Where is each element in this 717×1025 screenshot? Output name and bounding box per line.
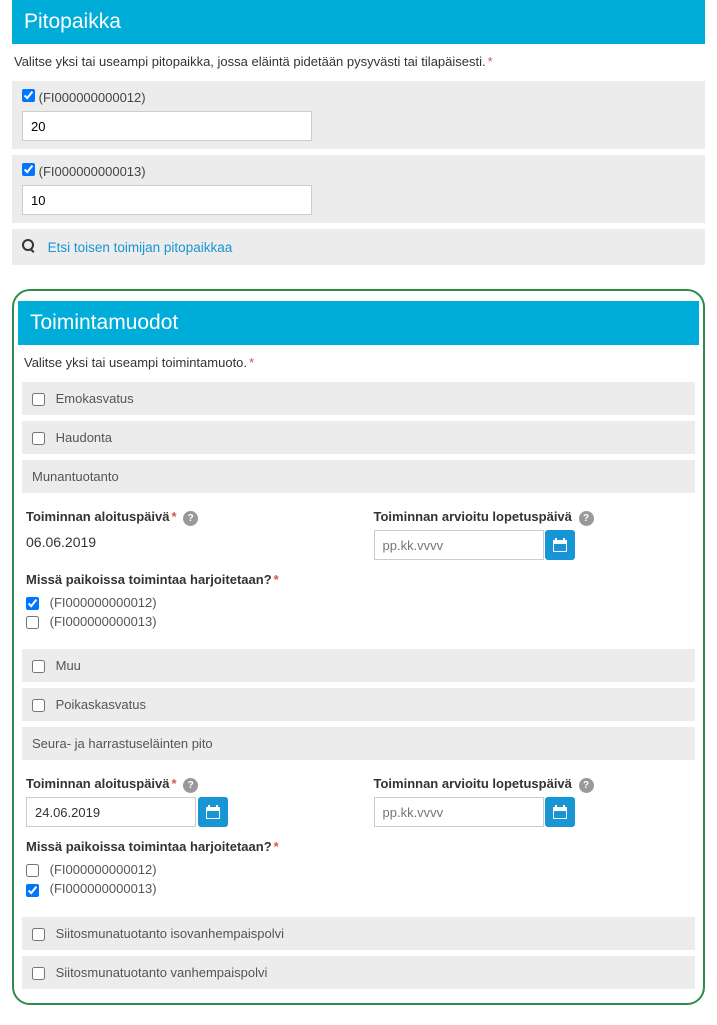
option-poikaskasvatus[interactable]: Poikaskasvatus: [22, 688, 695, 721]
pitopaikka-code-2: (FI000000000013): [39, 164, 146, 179]
checkbox-poikaskasvatus[interactable]: [32, 699, 45, 712]
end-date-label-text-2: Toiminnan arvioitu lopetuspäivä: [374, 776, 572, 791]
checkbox-haudonta[interactable]: [32, 432, 45, 445]
label-poikaskasvatus: Poikaskasvatus: [56, 697, 146, 712]
start-date-label-text-2: Toiminnan aloituspäivä: [26, 776, 170, 791]
label-seura: Seura- ja harrastuseläinten pito: [32, 736, 213, 751]
required-asterisk: *: [172, 776, 177, 791]
seura-start-date-input[interactable]: [26, 797, 196, 827]
seura-end-date-input[interactable]: [374, 797, 544, 827]
munantuotanto-loc2-label: (FI000000000013): [50, 614, 157, 629]
location-line: (FI000000000013): [26, 612, 691, 631]
pitopaikka-code-1: (FI000000000012): [39, 90, 146, 105]
end-date-label: Toiminnan arvioitu lopetuspäivä ?: [374, 509, 692, 526]
munantuotanto-end-date-input[interactable]: [374, 530, 544, 560]
help-icon[interactable]: ?: [183, 511, 198, 526]
required-asterisk: *: [172, 509, 177, 524]
required-asterisk: *: [274, 839, 279, 854]
start-date-label-text: Toiminnan aloituspäivä: [26, 509, 170, 524]
label-muu: Muu: [56, 658, 81, 673]
toimintamuodot-instruction-text: Valitse yksi tai useampi toimintamuoto.: [24, 355, 247, 370]
option-seura[interactable]: Seura- ja harrastuseläinten pito: [22, 727, 695, 760]
option-siitos-van[interactable]: Siitosmunatuotanto vanhempaispolvi: [22, 956, 695, 989]
help-icon[interactable]: ?: [183, 778, 198, 793]
option-munantuotanto[interactable]: Munantuotanto: [22, 460, 695, 493]
pitopaikka-instruction-text: Valitse yksi tai useampi pitopaikka, jos…: [14, 54, 486, 69]
toimintamuodot-header: Toimintamuodot: [18, 301, 699, 345]
location-question-text-2: Missä paikoissa toimintaa harjoitetaan?: [26, 839, 272, 854]
help-icon[interactable]: ?: [579, 511, 594, 526]
checkbox-emokasvatus[interactable]: [32, 393, 45, 406]
pitopaikka-item: (FI000000000013): [12, 155, 705, 223]
end-date-label-text: Toiminnan arvioitu lopetuspäivä: [374, 509, 572, 524]
label-siitos-iso: Siitosmunatuotanto isovanhempaispolvi: [56, 926, 284, 941]
pitopaikka-header: Pitopaikka: [12, 0, 705, 44]
munantuotanto-start-date: 06.06.2019: [26, 530, 344, 550]
location-question-2: Missä paikoissa toimintaa harjoitetaan?*: [26, 839, 691, 854]
calendar-icon: [205, 804, 221, 820]
location-line: (FI000000000012): [26, 860, 691, 879]
munantuotanto-details: Toiminnan aloituspäivä* ? 06.06.2019 Toi…: [22, 499, 695, 649]
option-emokasvatus[interactable]: Emokasvatus: [22, 382, 695, 415]
end-date-label-2: Toiminnan arvioitu lopetuspäivä ?: [374, 776, 692, 793]
pitopaikka-checkbox-2[interactable]: [22, 163, 35, 176]
calendar-icon: [552, 804, 568, 820]
location-question-text: Missä paikoissa toimintaa harjoitetaan?: [26, 572, 272, 587]
required-asterisk: *: [274, 572, 279, 587]
calendar-button[interactable]: [545, 797, 575, 827]
option-haudonta[interactable]: Haudonta: [22, 421, 695, 454]
search-other-link[interactable]: Etsi toisen toimijan pitopaikkaa: [48, 240, 233, 255]
label-siitos-van: Siitosmunatuotanto vanhempaispolvi: [56, 965, 268, 980]
label-haudonta: Haudonta: [56, 430, 112, 445]
help-icon[interactable]: ?: [579, 778, 594, 793]
calendar-icon: [552, 537, 568, 553]
munantuotanto-loc2-checkbox[interactable]: [26, 616, 39, 629]
start-date-label-2: Toiminnan aloituspäivä* ?: [26, 776, 344, 793]
pitopaikka-instruction: Valitse yksi tai useampi pitopaikka, jos…: [14, 54, 705, 69]
seura-loc1-checkbox[interactable]: [26, 864, 39, 877]
location-line: (FI000000000013): [26, 879, 691, 898]
munantuotanto-loc1-label: (FI000000000012): [50, 595, 157, 610]
toimintamuodot-section: Toimintamuodot Valitse yksi tai useampi …: [12, 289, 705, 1005]
seura-loc2-label: (FI000000000013): [50, 881, 157, 896]
checkbox-siitos-iso[interactable]: [32, 928, 45, 941]
option-siitos-iso[interactable]: Siitosmunatuotanto isovanhempaispolvi: [22, 917, 695, 950]
seura-loc2-checkbox[interactable]: [26, 884, 39, 897]
munantuotanto-loc1-checkbox[interactable]: [26, 597, 39, 610]
calendar-button[interactable]: [545, 530, 575, 560]
checkbox-muu[interactable]: [32, 660, 45, 673]
option-muu[interactable]: Muu: [22, 649, 695, 682]
toimintamuodot-instruction: Valitse yksi tai useampi toimintamuoto.*: [24, 355, 695, 370]
required-asterisk: *: [249, 355, 254, 370]
pitopaikka-value-1[interactable]: [22, 111, 312, 141]
pitopaikka-checkbox-1[interactable]: [22, 89, 35, 102]
calendar-button[interactable]: [198, 797, 228, 827]
label-munantuotanto: Munantuotanto: [32, 469, 119, 484]
pitopaikka-value-2[interactable]: [22, 185, 312, 215]
label-emokasvatus: Emokasvatus: [56, 391, 134, 406]
search-icon: [22, 239, 36, 255]
pitopaikka-item: (FI000000000012): [12, 81, 705, 149]
location-line: (FI000000000012): [26, 593, 691, 612]
search-row: Etsi toisen toimijan pitopaikkaa: [12, 229, 705, 265]
seura-loc1-label: (FI000000000012): [50, 862, 157, 877]
seura-details: Toiminnan aloituspäivä* ? Toiminnan arvi…: [22, 766, 695, 916]
checkbox-siitos-van[interactable]: [32, 967, 45, 980]
required-asterisk: *: [488, 54, 493, 69]
start-date-label: Toiminnan aloituspäivä* ?: [26, 509, 344, 526]
location-question: Missä paikoissa toimintaa harjoitetaan?*: [26, 572, 691, 587]
